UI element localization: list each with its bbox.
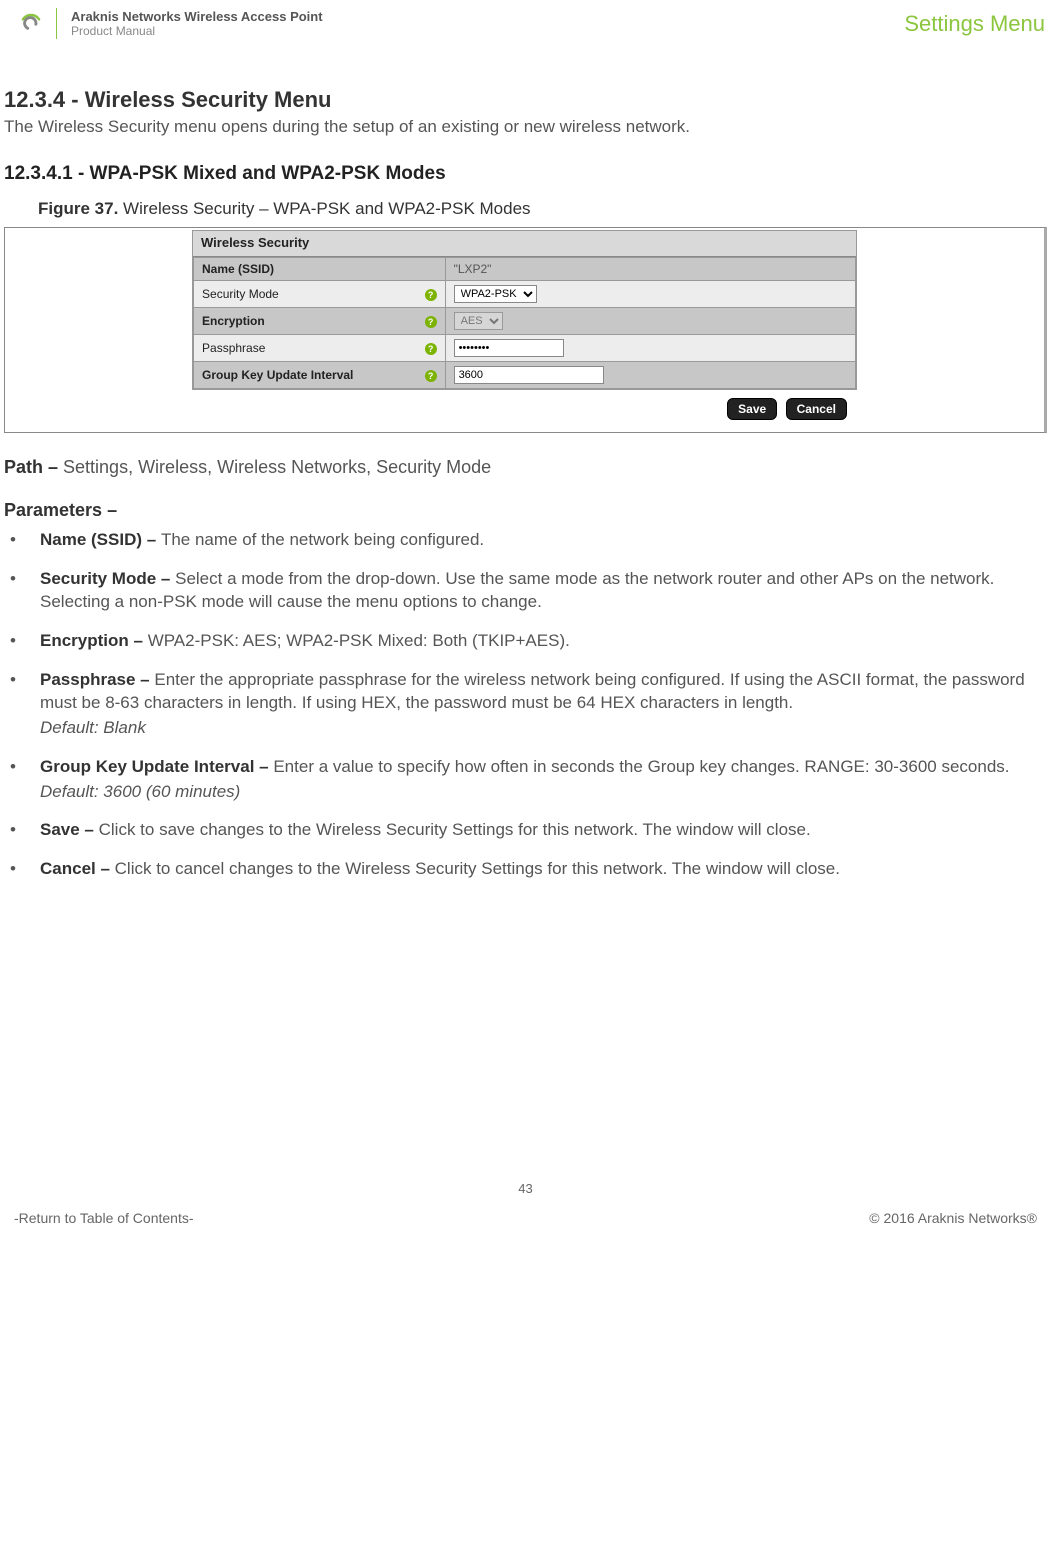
araknis-logo-icon (18, 8, 44, 34)
ssid-label-cell: Name (SSID) (194, 258, 446, 281)
param-sec-text: Select a mode from the drop-down. Use th… (40, 569, 994, 611)
panel-button-row: Save Cancel (192, 392, 857, 428)
param-encryption: Encryption – WPA2-PSK: AES; WPA2-PSK Mix… (4, 630, 1047, 653)
param-group-key: Group Key Update Interval – Enter a valu… (4, 756, 1047, 804)
param-cancel: Cancel – Click to cancel changes to the … (4, 858, 1047, 881)
row-ssid: Name (SSID) "LXP2" (194, 258, 856, 281)
figure-screenshot: Wireless Security Name (SSID) "LXP2" Sec… (4, 227, 1047, 433)
page-footer: 43 (0, 1181, 1051, 1210)
encryption-label: Encryption (202, 314, 265, 328)
param-pass-label: Passphrase – (40, 670, 154, 689)
gku-value-cell (445, 362, 855, 389)
param-security-mode: Security Mode – Select a mode from the d… (4, 568, 1047, 614)
param-pass-text: Enter the appropriate passphrase for the… (40, 670, 1025, 712)
param-pass-default: Default: Blank (40, 717, 1047, 740)
parameters-heading: Parameters – (4, 500, 1047, 521)
product-title: Araknis Networks Wireless Access Point (71, 9, 323, 24)
ssid-value: "LXP2" (454, 262, 492, 276)
secmode-label-cell: Security Mode ? (194, 281, 446, 308)
page-content: 12.3.4 - Wireless Security Menu The Wire… (0, 47, 1051, 881)
parameters-list: Name (SSID) – The name of the network be… (4, 529, 1047, 881)
encryption-select[interactable]: AES (454, 312, 503, 330)
param-gku-text: Enter a value to specify how often in se… (273, 757, 1009, 776)
return-toc-link[interactable]: -Return to Table of Contents- (14, 1210, 194, 1226)
passphrase-value-cell (445, 335, 855, 362)
param-ssid-text: The name of the network being configured… (161, 530, 484, 549)
param-sec-label: Security Mode – (40, 569, 175, 588)
param-passphrase: Passphrase – Enter the appropriate passp… (4, 669, 1047, 740)
help-icon[interactable]: ? (425, 343, 437, 355)
param-enc-label: Encryption – (40, 631, 148, 650)
param-ssid-label: Name (SSID) – (40, 530, 161, 549)
section-intro: The Wireless Security menu opens during … (4, 117, 1047, 137)
panel-title: Wireless Security (193, 231, 856, 257)
path-line: Path – Settings, Wireless, Wireless Netw… (4, 457, 1047, 478)
param-enc-text: WPA2-PSK: AES; WPA2-PSK Mixed: Both (TKI… (148, 631, 570, 650)
figure-title: Wireless Security – WPA-PSK and WPA2-PSK… (123, 199, 531, 218)
help-icon[interactable]: ? (425, 370, 437, 382)
passphrase-label: Passphrase (202, 341, 265, 355)
footer-row: -Return to Table of Contents- © 2016 Ara… (0, 1210, 1051, 1238)
header-left: Araknis Networks Wireless Access Point P… (0, 8, 323, 39)
row-security-mode: Security Mode ? WPA2-PSK (194, 281, 856, 308)
gku-label-cell: Group Key Update Interval ? (194, 362, 446, 389)
panel-table: Name (SSID) "LXP2" Security Mode ? WPA2-… (193, 257, 856, 389)
param-cancel-label: Cancel – (40, 859, 115, 878)
section-heading: 12.3.4 - Wireless Security Menu (4, 87, 1047, 113)
subsection-heading: 12.3.4.1 - WPA-PSK Mixed and WPA2-PSK Mo… (4, 163, 1047, 185)
param-gku-default: Default: 3600 (60 minutes) (40, 781, 1047, 804)
encryption-value-cell: AES (445, 308, 855, 335)
brand-logo (0, 8, 57, 39)
secmode-value-cell: WPA2-PSK (445, 281, 855, 308)
gku-label: Group Key Update Interval (202, 368, 353, 382)
page-header: Araknis Networks Wireless Access Point P… (0, 0, 1051, 47)
group-key-input[interactable] (454, 366, 604, 384)
security-mode-select[interactable]: WPA2-PSK (454, 285, 537, 303)
page-number: 43 (0, 1181, 1051, 1196)
param-save: Save – Click to save changes to the Wire… (4, 819, 1047, 842)
product-info: Araknis Networks Wireless Access Point P… (57, 9, 323, 38)
param-ssid: Name (SSID) – The name of the network be… (4, 529, 1047, 552)
ssid-value-cell: "LXP2" (445, 258, 855, 281)
passphrase-label-cell: Passphrase ? (194, 335, 446, 362)
row-passphrase: Passphrase ? (194, 335, 856, 362)
param-gku-label: Group Key Update Interval – (40, 757, 273, 776)
passphrase-input[interactable] (454, 339, 564, 357)
path-value: Settings, Wireless, Wireless Networks, S… (63, 457, 491, 477)
ssid-label: Name (SSID) (202, 262, 274, 276)
product-subtitle: Product Manual (71, 24, 323, 38)
row-encryption: Encryption ? AES (194, 308, 856, 335)
secmode-label: Security Mode (202, 287, 279, 301)
encryption-label-cell: Encryption ? (194, 308, 446, 335)
section-label: Settings Menu (904, 11, 1045, 37)
row-group-key: Group Key Update Interval ? (194, 362, 856, 389)
param-save-label: Save – (40, 820, 99, 839)
save-button[interactable]: Save (727, 398, 777, 420)
figure-caption: Figure 37. Wireless Security – WPA-PSK a… (38, 199, 1047, 219)
copyright-text: © 2016 Araknis Networks® (869, 1210, 1037, 1226)
figure-number: Figure 37. (38, 199, 118, 218)
path-prefix: Path – (4, 457, 63, 477)
help-icon[interactable]: ? (425, 316, 437, 328)
param-cancel-text: Click to cancel changes to the Wireless … (115, 859, 840, 878)
param-save-text: Click to save changes to the Wireless Se… (99, 820, 811, 839)
cancel-button[interactable]: Cancel (786, 398, 847, 420)
help-icon[interactable]: ? (425, 289, 437, 301)
wireless-security-panel: Wireless Security Name (SSID) "LXP2" Sec… (192, 230, 857, 390)
